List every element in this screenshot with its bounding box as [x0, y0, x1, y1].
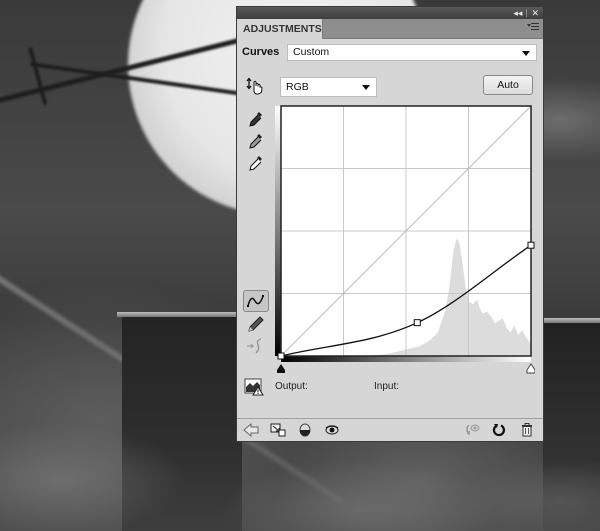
auto-button[interactable]: Auto [483, 75, 533, 95]
close-icon[interactable]: ✕ [531, 7, 539, 19]
panel-titlebar[interactable]: ◂◂ ✕ [237, 7, 543, 19]
chevron-down-icon [522, 50, 530, 56]
channel-row: RGB Auto [242, 75, 537, 99]
curve-points-icon [247, 295, 264, 307]
adjustment-type-label: Curves [242, 46, 280, 58]
black-point-eyedropper[interactable] [243, 109, 269, 129]
delete-icon[interactable] [518, 422, 536, 438]
black-point-slider[interactable] [277, 364, 285, 373]
draw-curve-tool[interactable] [243, 314, 269, 334]
output-gradient-bar [275, 106, 281, 356]
titlebar-separator [526, 9, 528, 17]
view-previous-state-icon[interactable] [323, 422, 341, 438]
collapse-icon[interactable]: ◂◂ [513, 7, 522, 19]
back-arrow-icon[interactable] [242, 422, 260, 438]
curves-graph[interactable] [275, 104, 535, 379]
reset-view-icon [463, 422, 481, 438]
panel-tab-row: ADJUSTMENTS [237, 19, 543, 39]
preset-select[interactable]: Custom [287, 43, 537, 61]
smooth-curve-tool [243, 336, 269, 356]
curve-control-point[interactable] [277, 352, 285, 360]
clipping-warning-icon[interactable] [244, 378, 264, 396]
eyedropper-gray-icon [249, 134, 262, 149]
chevron-down-icon [362, 85, 370, 90]
curve-control-point[interactable] [413, 319, 421, 327]
clip-to-layer-icon[interactable] [269, 422, 287, 438]
hand-updown-icon[interactable] [246, 77, 264, 95]
edit-points-tool[interactable] [243, 290, 269, 312]
panel-bottom-toolbar [237, 418, 543, 441]
gray-point-eyedropper[interactable] [243, 131, 269, 151]
tab-adjustments[interactable]: ADJUSTMENTS [237, 19, 323, 39]
input-gradient-bar [281, 356, 531, 362]
channel-value: RGB [286, 81, 309, 93]
curve-control-point[interactable] [527, 241, 535, 249]
panel-menu-icon[interactable] [527, 23, 539, 33]
curves-chart[interactable] [275, 104, 535, 379]
white-point-slider[interactable] [526, 363, 535, 374]
white-point-eyedropper[interactable] [243, 153, 269, 173]
eyedropper-white-icon [249, 156, 262, 171]
layer-visibility-toggle-icon[interactable] [296, 422, 314, 438]
preset-value: Custom [293, 45, 330, 58]
pencil-icon [248, 316, 264, 332]
adjustments-panel: ◂◂ ✕ ADJUSTMENTS Curves Custom RGB Auto [236, 6, 544, 442]
channel-select[interactable]: RGB [280, 77, 377, 97]
preset-row: Curves Custom [242, 42, 537, 62]
reset-adjustment-icon[interactable] [490, 422, 508, 438]
output-label: Output: [275, 381, 308, 392]
input-label: Input: [374, 381, 400, 392]
eyedropper-black-icon [249, 112, 262, 127]
smooth-icon [247, 338, 262, 354]
